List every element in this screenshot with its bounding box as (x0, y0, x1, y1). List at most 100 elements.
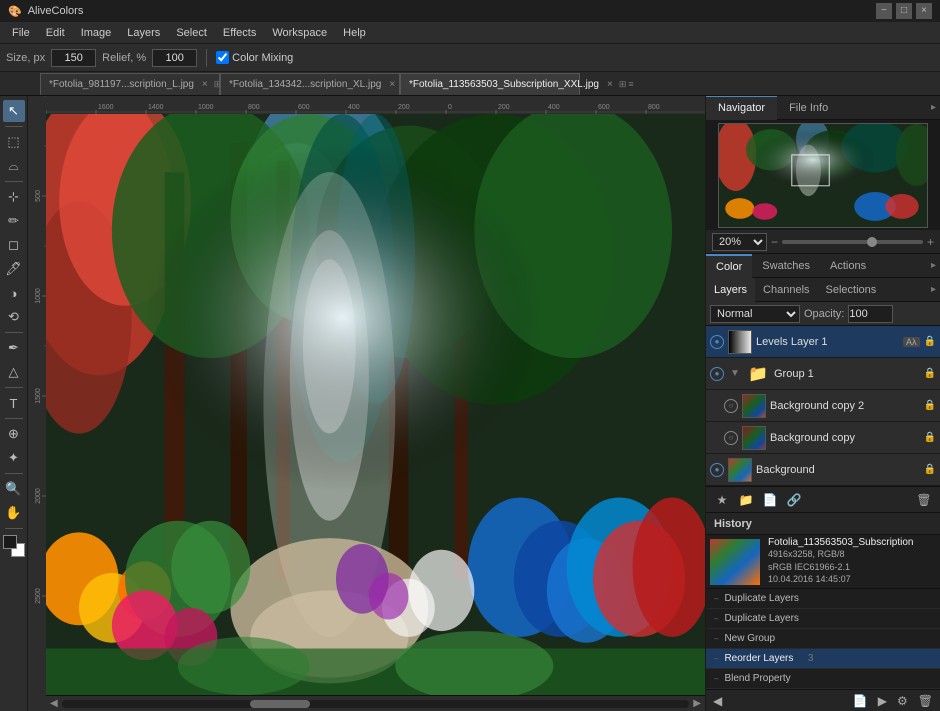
close-button[interactable]: × (916, 3, 932, 19)
tab-color[interactable]: Color (706, 254, 752, 278)
layer-name-levels: Levels Layer 1 (756, 336, 899, 348)
foreground-background-colors[interactable] (3, 535, 25, 557)
tool-clone[interactable]: ⊕ (3, 423, 25, 445)
tool-crop[interactable]: ⊹ (3, 186, 25, 208)
menu-effects[interactable]: Effects (215, 25, 264, 41)
tab-selections[interactable]: Selections (818, 278, 885, 302)
tool-heal[interactable]: ✦ (3, 447, 25, 469)
zoom-in-icon[interactable]: + (927, 235, 934, 249)
scroll-right-button[interactable]: ▶ (689, 698, 705, 709)
history-play-icon[interactable]: ▶ (875, 694, 890, 708)
menu-workspace[interactable]: Workspace (264, 25, 335, 41)
menu-select[interactable]: Select (168, 25, 215, 41)
history-item-4[interactable]: – Blend Property (706, 669, 940, 689)
painting-canvas[interactable] (46, 114, 705, 695)
tool-lasso[interactable]: ⌓ (3, 155, 25, 177)
tab-1[interactable]: *Fotolia_134342...scription_XL.jpg × ⊞≡ (220, 73, 400, 95)
tool-marquee[interactable]: ⬚ (3, 131, 25, 153)
menu-image[interactable]: Image (73, 25, 120, 41)
menu-help[interactable]: Help (335, 25, 374, 41)
layer-link-button[interactable]: 🔗 (784, 490, 804, 510)
tab-0[interactable]: *Fotolia_981197...scription_L.jpg × ⊞≡ (40, 73, 220, 95)
tab-2-close[interactable]: × (607, 79, 613, 90)
zoom-slider-thumb[interactable] (867, 237, 877, 247)
tab-2[interactable]: *Fotolia_113563503_Subscription_XXL.jpg … (400, 73, 580, 95)
history-item-1[interactable]: – Duplicate Layers (706, 609, 940, 629)
svg-text:1400: 1400 (148, 104, 164, 111)
layer-visibility-bg[interactable]: ● (710, 463, 724, 477)
layer-visibility-group1[interactable]: ● (710, 367, 724, 381)
maximize-button[interactable]: □ (896, 3, 912, 19)
tool-gradient[interactable]: ◑ (3, 282, 25, 304)
tool-fill[interactable]: 🖊 (3, 258, 25, 280)
tool-hand[interactable]: ✋ (3, 502, 25, 524)
zoom-out-icon[interactable]: − (771, 235, 778, 249)
tool-select[interactable]: ↖ (3, 100, 25, 122)
history-item-3[interactable]: – Reorder Layers 3 (706, 649, 940, 669)
history-item-0[interactable]: – Duplicate Layers (706, 589, 940, 609)
minimize-button[interactable]: − (876, 3, 892, 19)
navigator-tab[interactable]: Navigator (706, 96, 777, 120)
size-input[interactable] (51, 49, 96, 67)
zoom-slider[interactable] (782, 240, 923, 244)
tool-eraser[interactable]: ◻ (3, 234, 25, 256)
window-controls[interactable]: − □ × (876, 3, 932, 19)
layer-delete-button[interactable]: 🗑 (914, 490, 934, 510)
color-mixing-toggle[interactable]: Color Mixing (216, 51, 293, 64)
zoom-select[interactable]: 20% 25% 50% 100% (712, 233, 767, 251)
layer-row-group1[interactable]: ● ▼ 📁 Group 1 🔒 (706, 358, 940, 390)
relief-input[interactable] (152, 49, 197, 67)
menu-edit[interactable]: Edit (38, 25, 73, 41)
layer-row-background[interactable]: ● Background 🔒 (706, 454, 940, 486)
layer-lock-levels[interactable]: 🔒 (924, 336, 936, 347)
layer-badge-levels: Aλ (903, 337, 920, 347)
history-left-arrow[interactable]: ◀ (710, 694, 725, 708)
tab-actions[interactable]: Actions (820, 254, 876, 278)
tool-brush[interactable]: ✏ (3, 210, 25, 232)
canvas-container[interactable]: 500 1000 1500 2000 2500 (28, 96, 705, 711)
layer-lock-bgcopy[interactable]: 🔒 (924, 432, 936, 443)
tool-transform[interactable]: ⟲ (3, 306, 25, 328)
layer-star-button[interactable]: ★ (712, 490, 732, 510)
layer-folder-button[interactable]: 📁 (736, 490, 756, 510)
blend-mode-select[interactable]: Normal Multiply Screen Overlay (710, 305, 800, 323)
svg-text:1000: 1000 (198, 104, 214, 111)
layer-visibility-bgcopy[interactable]: ○ (724, 431, 738, 445)
tab-channels[interactable]: Channels (755, 278, 817, 302)
panel-arrow[interactable]: ▸ (931, 102, 936, 113)
tab-swatches[interactable]: Swatches (752, 254, 820, 278)
horizontal-scrollbar[interactable]: ◀ ▶ (46, 695, 705, 711)
color-mixing-checkbox[interactable] (216, 51, 229, 64)
tool-shape[interactable]: △ (3, 361, 25, 383)
navigator-tabs: Navigator File Info ▸ (706, 96, 940, 120)
tab-0-close[interactable]: × (202, 79, 208, 90)
layer-lock-bgcopy2[interactable]: 🔒 (924, 400, 936, 411)
layer-row-bgcopy[interactable]: ○ Background copy 🔒 (706, 422, 940, 454)
menu-file[interactable]: File (4, 25, 38, 41)
history-trash-icon[interactable]: 🗑 (915, 694, 936, 708)
csa-panel-arrow[interactable]: ▸ (931, 260, 936, 271)
opacity-input[interactable] (848, 305, 893, 323)
history-settings-icon[interactable]: ⚙ (894, 694, 911, 708)
layer-lock-background[interactable]: 🔒 (924, 464, 936, 475)
layer-visibility-levels[interactable]: ● (710, 335, 724, 349)
tool-zoom[interactable]: 🔍 (3, 478, 25, 500)
layer-lock-group1[interactable]: 🔒 (924, 368, 936, 379)
group-expand-icon[interactable]: ▼ (728, 368, 742, 379)
tab-1-close[interactable]: × (389, 79, 395, 90)
tool-text[interactable]: T (3, 392, 25, 414)
tab-bar: *Fotolia_981197...scription_L.jpg × ⊞≡ *… (0, 72, 940, 96)
lcs-panel-arrow[interactable]: ▸ (931, 284, 936, 295)
file-info-tab[interactable]: File Info (777, 96, 840, 120)
layer-new-button[interactable]: 📄 (760, 490, 780, 510)
layer-row-levels[interactable]: ● Levels Layer 1 Aλ 🔒 (706, 326, 940, 358)
menu-layers[interactable]: Layers (119, 25, 168, 41)
tool-pen[interactable]: ✒ (3, 337, 25, 359)
layer-visibility-bgcopy2[interactable]: ○ (724, 399, 738, 413)
scroll-left-button[interactable]: ◀ (46, 698, 62, 709)
tab-layers[interactable]: Layers (706, 278, 755, 302)
history-item-2[interactable]: – New Group (706, 629, 940, 649)
history-page-icon[interactable]: 📄 (850, 694, 871, 708)
layer-row-bgcopy2[interactable]: ○ Background copy 2 🔒 (706, 390, 940, 422)
scrollbar-thumb[interactable] (250, 700, 310, 708)
